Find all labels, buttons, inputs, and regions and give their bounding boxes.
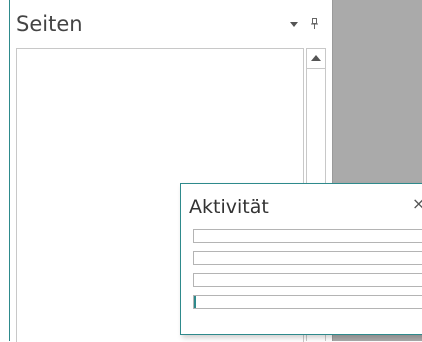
progress-fill	[194, 296, 196, 308]
arrow-up-icon	[311, 55, 321, 61]
activity-window: Aktivität ×	[180, 183, 422, 335]
activity-window-title: Aktivität	[189, 196, 269, 218]
close-icon[interactable]: ×	[412, 196, 422, 212]
chevron-down-icon[interactable]	[290, 22, 298, 27]
scroll-up-button[interactable]	[307, 49, 325, 69]
progress-bar	[193, 295, 422, 309]
pages-pane-title: Seiten	[16, 12, 83, 36]
progress-bar	[193, 273, 422, 287]
pin-icon[interactable]	[311, 18, 319, 30]
progress-bar	[193, 251, 422, 265]
progress-bar	[193, 229, 422, 243]
